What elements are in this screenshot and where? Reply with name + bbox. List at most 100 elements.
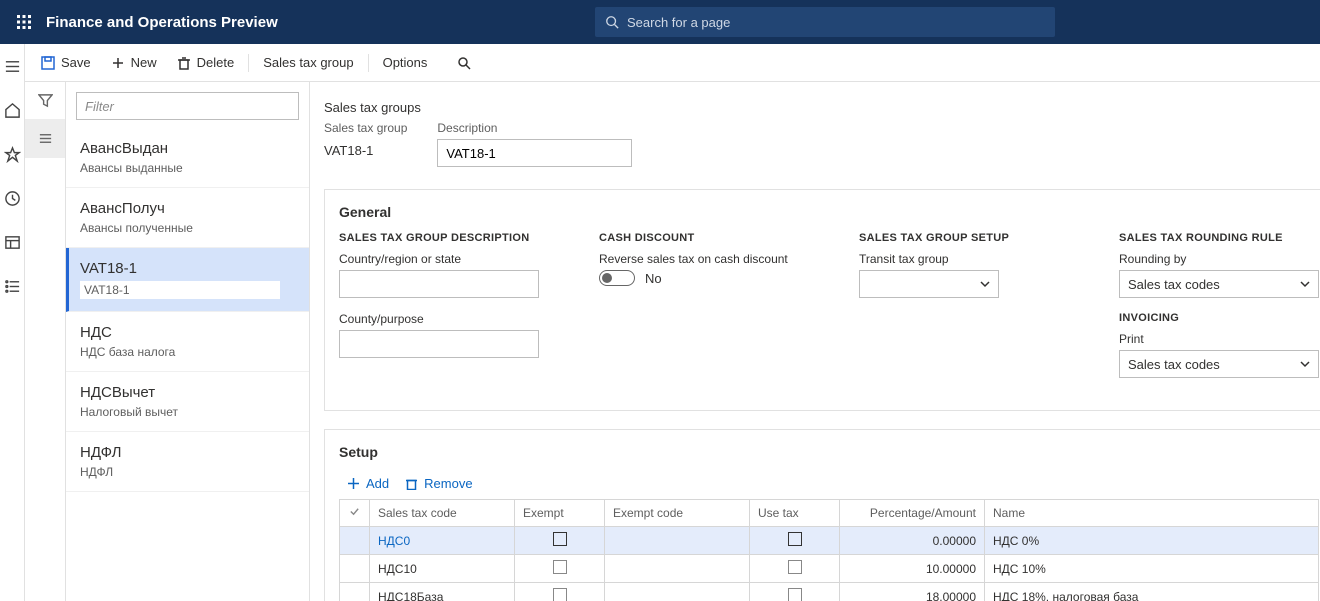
remove-button[interactable]: Remove — [405, 476, 472, 491]
list-item-sub: Авансы полученные — [80, 221, 295, 235]
cell-name[interactable]: НДС 10% — [985, 555, 1319, 583]
new-label: New — [131, 55, 157, 70]
th-pct[interactable]: Percentage/Amount — [840, 500, 985, 527]
table-row[interactable]: НДС0 0.00000НДС 0% — [340, 527, 1319, 555]
gen-country-input[interactable] — [339, 270, 539, 298]
actionbar-search-icon[interactable] — [449, 52, 479, 74]
new-button[interactable]: New — [103, 51, 165, 74]
list-item-title: НДС — [80, 324, 295, 341]
workspace-icon[interactable] — [0, 230, 24, 254]
filter-icon[interactable] — [25, 82, 65, 120]
add-button[interactable]: Add — [347, 476, 389, 491]
home-icon[interactable] — [0, 98, 24, 122]
list-item-sub: НДС база налога — [80, 345, 295, 359]
setup-table: Sales tax code Exempt Exempt code Use ta… — [339, 499, 1319, 601]
cell-usetax[interactable] — [750, 583, 840, 601]
hamburger-icon[interactable] — [0, 54, 24, 78]
list-item[interactable]: АвансВыданАвансы выданные — [66, 128, 309, 188]
gen-rounding-label: Rounding by — [1119, 252, 1319, 266]
cell-exempt[interactable] — [515, 555, 605, 583]
setup-card: Setup Add Remove Sales tax code Exempt E… — [324, 429, 1320, 601]
detail-pane: Sales tax groups Sales tax group VAT18-1… — [310, 82, 1320, 601]
cell-exempt[interactable] — [515, 583, 605, 601]
clock-icon[interactable] — [0, 186, 24, 210]
th-checkmark[interactable] — [340, 500, 370, 527]
list-item-title: VAT18-1 — [80, 260, 295, 277]
list-icon[interactable] — [0, 274, 24, 298]
list-item[interactable]: НДС НДС база налога — [66, 312, 309, 372]
gen-transit-label: Transit tax group — [859, 252, 1059, 266]
table-row[interactable]: НДС10 10.00000НДС 10% — [340, 555, 1319, 583]
save-button[interactable]: Save — [33, 51, 99, 74]
th-name[interactable]: Name — [985, 500, 1319, 527]
th-exempt[interactable]: Exempt — [515, 500, 605, 527]
list-item-title: АвансВыдан — [80, 140, 295, 157]
header-desc-label: Description — [437, 121, 632, 135]
cell-exempt-code[interactable] — [605, 527, 750, 555]
cell-name[interactable]: НДС 18%, налоговая база — [985, 583, 1319, 601]
gen-col3-head: SALES TAX GROUP SETUP — [859, 232, 1059, 244]
header-group-value: VAT18-1 — [324, 139, 407, 162]
cell-name[interactable]: НДС 0% — [985, 527, 1319, 555]
cell-exempt-code[interactable] — [605, 555, 750, 583]
gen-print-select[interactable]: Sales tax codes — [1119, 350, 1319, 378]
list-item[interactable]: НДСВычетНалоговый вычет — [66, 372, 309, 432]
cell-pct[interactable]: 10.00000 — [840, 555, 985, 583]
header-desc-input[interactable] — [437, 139, 632, 167]
gen-col4-head: SALES TAX ROUNDING RULE — [1119, 232, 1319, 244]
th-usetax[interactable]: Use tax — [750, 500, 840, 527]
cell-exempt[interactable] — [515, 527, 605, 555]
cell-code[interactable]: НДС0 — [370, 527, 515, 555]
general-title: General — [339, 204, 1319, 220]
list-item-title: НДФЛ — [80, 444, 295, 461]
search-icon — [605, 15, 619, 29]
gen-reverse-value: No — [645, 271, 662, 286]
topbar: Finance and Operations Preview — [0, 0, 1320, 44]
list-pane: АвансВыданАвансы выданныеАвансПолучАванс… — [65, 82, 310, 601]
gen-country-label: Country/region or state — [339, 252, 539, 266]
cell-exempt-code[interactable] — [605, 583, 750, 601]
search-box[interactable] — [595, 7, 1055, 37]
save-label: Save — [61, 55, 91, 70]
list-item[interactable]: VAT18-1VAT18-1 — [66, 248, 309, 312]
actionbar-group[interactable]: Sales tax group — [255, 51, 361, 74]
star-icon[interactable] — [0, 142, 24, 166]
table-row[interactable]: НДС18База 18.00000НДС 18%, налоговая база — [340, 583, 1319, 601]
gen-transit-select[interactable] — [859, 270, 999, 298]
cell-usetax[interactable] — [750, 527, 840, 555]
th-code[interactable]: Sales tax code — [370, 500, 515, 527]
list-item-title: НДСВычет — [80, 384, 295, 401]
actionbar-options[interactable]: Options — [375, 51, 436, 74]
th-exempt-code[interactable]: Exempt code — [605, 500, 750, 527]
list-item[interactable]: НДФЛ НДФЛ — [66, 432, 309, 492]
delete-button[interactable]: Delete — [169, 51, 243, 74]
gen-county-label: County/purpose — [339, 312, 539, 326]
gen-col1-head: SALES TAX GROUP DESCRIPTION — [339, 232, 539, 244]
list-item-sub: НДФЛ — [80, 465, 295, 479]
search-input[interactable] — [627, 15, 1045, 30]
minirail — [25, 82, 65, 601]
cell-code[interactable]: НДС10 — [370, 555, 515, 583]
app-launcher-icon[interactable] — [8, 0, 40, 44]
cell-usetax[interactable] — [750, 555, 840, 583]
setup-title: Setup — [339, 444, 1319, 460]
chevron-down-icon — [980, 279, 990, 289]
list-item-title: АвансПолуч — [80, 200, 295, 217]
filter-input[interactable] — [76, 92, 299, 120]
general-card: General SALES TAX GROUP DESCRIPTION Coun… — [324, 189, 1320, 411]
cell-pct[interactable]: 0.00000 — [840, 527, 985, 555]
gen-rounding-select[interactable]: Sales tax codes — [1119, 270, 1319, 298]
list: АвансВыданАвансы выданныеАвансПолучАванс… — [66, 128, 309, 601]
brand-title: Finance and Operations Preview — [46, 14, 278, 31]
cell-code[interactable]: НДС18База — [370, 583, 515, 601]
chevron-down-icon — [1300, 359, 1310, 369]
gen-col2-head: CASH DISCOUNT — [599, 232, 799, 244]
list-view-icon[interactable] — [25, 120, 65, 158]
list-item[interactable]: АвансПолуч Авансы полученные — [66, 188, 309, 248]
header-group-label: Sales tax group — [324, 121, 407, 135]
gen-county-input[interactable] — [339, 330, 539, 358]
gen-reverse-toggle[interactable] — [599, 270, 635, 286]
page-title: Sales tax groups — [324, 100, 1320, 115]
cell-pct[interactable]: 18.00000 — [840, 583, 985, 601]
gen-print-label: Print — [1119, 332, 1319, 346]
